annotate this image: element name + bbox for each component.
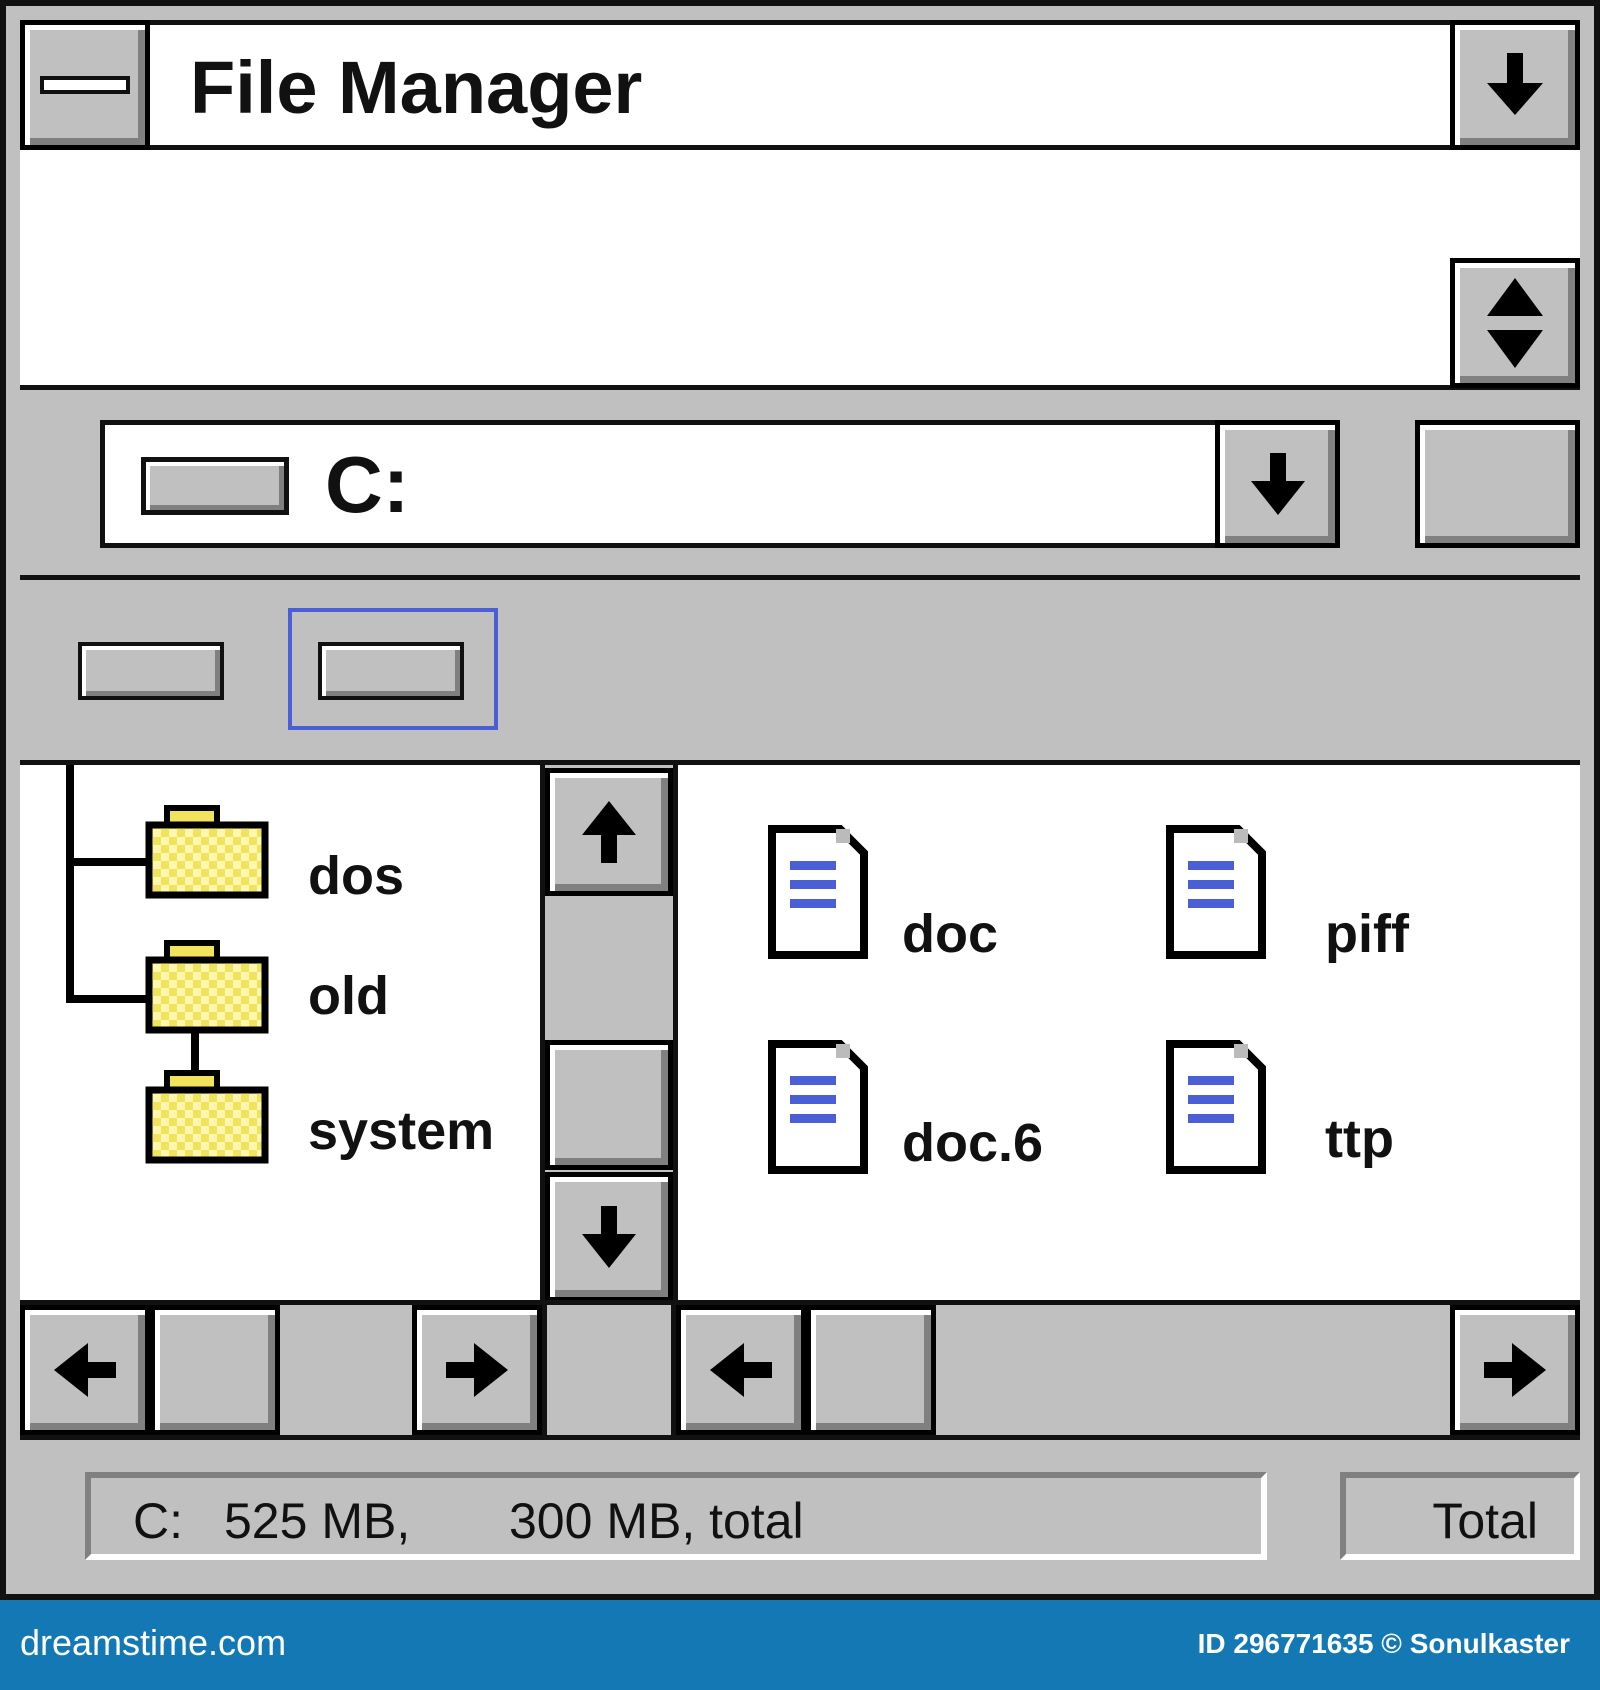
tree-item-dos[interactable]: dos: [145, 805, 505, 906]
toolbar-button-1[interactable]: [78, 642, 224, 700]
drive-dropdown-button[interactable]: [1215, 420, 1340, 548]
file-scroll-thumb[interactable]: [806, 1305, 936, 1435]
footer-site: dreamstime.com: [20, 1622, 287, 1663]
minimize-button[interactable]: [1450, 20, 1580, 150]
tree-scroll-left-button[interactable]: [20, 1305, 150, 1435]
folder-icon: [145, 1070, 269, 1164]
arrow-right-icon: [1484, 1343, 1546, 1397]
file-scroll-right-button[interactable]: [1450, 1305, 1580, 1435]
status-free: 525 MB,: [224, 1493, 411, 1549]
scroll-down-button[interactable]: [545, 1172, 673, 1302]
file-item-label: doc.6: [902, 1113, 1044, 1173]
tree-line-branch-1: [66, 858, 156, 866]
drive-label: C:: [325, 440, 410, 529]
system-menu-icon: [40, 76, 130, 94]
file-scroll-left-button[interactable]: [676, 1305, 806, 1435]
tree-item-label: system: [308, 1101, 495, 1161]
document-icon: [768, 825, 868, 959]
scroll-up-button[interactable]: [545, 768, 673, 896]
scroll-thumb[interactable]: [545, 1040, 673, 1170]
file-item-ttp[interactable]: ttp: [1166, 1040, 1466, 1180]
document-icon: [1166, 1040, 1266, 1174]
arrow-down-icon: [1487, 53, 1543, 115]
system-menu-button[interactable]: [20, 20, 150, 150]
tree-scroll-thumb[interactable]: [150, 1305, 280, 1435]
restore-button[interactable]: [1450, 258, 1580, 388]
tree-scroll-right-button[interactable]: [412, 1305, 542, 1435]
document-icon: [1166, 825, 1266, 959]
file-item-label: ttp: [1325, 1109, 1394, 1169]
file-item-piff[interactable]: piff: [1166, 825, 1466, 965]
drive-icon: [141, 457, 289, 515]
up-down-arrows-icon: [1487, 278, 1543, 368]
arrow-right-icon: [446, 1343, 508, 1397]
footer-bar: dreamstime.com ID 296771635 © Sonulkaste…: [0, 1600, 1600, 1690]
title-bar[interactable]: File Manager: [150, 20, 1450, 150]
total-button[interactable]: Total: [1340, 1472, 1580, 1560]
arrow-down-icon: [582, 1206, 636, 1268]
file-item-doc[interactable]: doc: [768, 825, 1068, 965]
toolbar-button-2-focus[interactable]: [288, 608, 498, 730]
window-title: File Manager: [190, 46, 643, 129]
tree-line-vertical: [66, 765, 74, 1003]
file-item-label: doc: [902, 904, 999, 964]
menu-area: [20, 150, 1580, 390]
document-icon: [768, 1040, 868, 1174]
status-total: 300 MB, total: [509, 1493, 804, 1549]
toolbar-button-2[interactable]: [318, 642, 464, 700]
arrow-left-icon: [54, 1343, 116, 1397]
drive-selector[interactable]: C:: [100, 420, 1340, 548]
drive-action-button[interactable]: [1415, 420, 1580, 548]
arrow-left-icon: [710, 1343, 772, 1397]
status-text-box: C: 525 MB, 300 MB, total: [85, 1472, 1267, 1560]
arrow-up-icon: [582, 801, 636, 863]
tree-item-system[interactable]: system: [145, 1070, 505, 1170]
file-item-label: piff: [1325, 904, 1409, 964]
arrow-down-icon: [1250, 453, 1305, 515]
footer-credit: ID 296771635 © Sonulkaster: [1197, 1628, 1570, 1659]
folder-icon: [145, 940, 269, 1034]
scrollbar-corner: [542, 1305, 676, 1435]
toolbar: [20, 580, 1580, 765]
status-drive: C:: [133, 1493, 183, 1549]
tree-item-label: old: [308, 966, 389, 1026]
tree-item-old[interactable]: old: [145, 940, 505, 1040]
tree-item-label: dos: [308, 846, 405, 906]
tree-line-branch-2: [66, 995, 156, 1003]
total-button-label: Total: [1432, 1493, 1538, 1549]
file-item-doc6[interactable]: doc.6: [768, 1040, 1088, 1180]
folder-icon: [145, 805, 269, 899]
